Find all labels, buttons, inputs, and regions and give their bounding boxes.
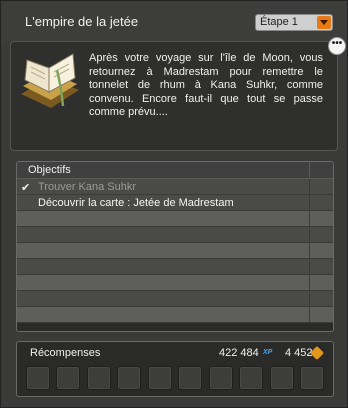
more-options-button[interactable]: •••	[328, 37, 346, 55]
rewards-panel: Récompenses 422 484 XP 4 452	[16, 341, 334, 397]
reward-slot[interactable]	[178, 366, 202, 390]
objectives-list: ✔ Trouver Kana Suhkr Découvrir la carte …	[17, 179, 333, 323]
column-divider	[309, 275, 310, 291]
step-select[interactable]: Étape 1	[255, 14, 333, 31]
kamas-value: 4 452	[285, 347, 313, 359]
objective-label: Trouver Kana Suhkr	[38, 181, 137, 193]
column-divider	[309, 162, 310, 178]
reward-slot[interactable]	[148, 366, 172, 390]
checkmark-icon: ✔	[21, 182, 31, 194]
reward-slot[interactable]	[87, 366, 111, 390]
empty-row	[17, 259, 333, 275]
quest-title: L'empire de la jetée	[25, 14, 139, 29]
step-select-value: Étape 1	[260, 16, 298, 28]
objective-label: Découvrir la carte : Jetée de Madrestam	[38, 197, 234, 209]
objective-row[interactable]: ✔ Trouver Kana Suhkr	[17, 179, 333, 195]
column-divider	[309, 195, 310, 211]
reward-slot[interactable]	[117, 366, 141, 390]
column-divider	[309, 211, 310, 227]
reward-slot[interactable]	[209, 366, 233, 390]
quest-window: L'empire de la jetée Étape 1 Après votre…	[0, 0, 348, 408]
xp-label: XP	[263, 349, 273, 356]
reward-slot[interactable]	[270, 366, 294, 390]
objectives-panel: Objectifs ✔ Trouver Kana Suhkr Découvrir…	[16, 161, 334, 332]
title-bar[interactable]: L'empire de la jetée Étape 1	[1, 1, 347, 41]
quest-description-panel: Après votre voyage sur l'île de Moon, vo…	[10, 41, 338, 151]
empty-row	[17, 307, 333, 323]
reward-slot[interactable]	[300, 366, 324, 390]
chevron-down-icon[interactable]	[317, 16, 331, 29]
xp-value: 422 484	[219, 347, 259, 359]
column-divider	[309, 291, 310, 307]
rewards-title: Récompenses	[30, 347, 101, 359]
objectives-header: Objectifs	[17, 162, 333, 179]
reward-slot[interactable]	[239, 366, 263, 390]
empty-row	[17, 211, 333, 227]
empty-row	[17, 275, 333, 291]
empty-row	[17, 291, 333, 307]
objective-row[interactable]: Découvrir la carte : Jetée de Madrestam	[17, 195, 333, 211]
column-divider	[309, 179, 310, 195]
column-divider	[309, 307, 310, 323]
objectives-title: Objectifs	[28, 164, 71, 176]
empty-row	[17, 243, 333, 259]
reward-slot[interactable]	[56, 366, 80, 390]
quest-description-text: Après votre voyage sur l'île de Moon, vo…	[89, 52, 323, 118]
open-book-icon	[21, 53, 79, 108]
column-divider	[309, 227, 310, 243]
reward-slot[interactable]	[26, 366, 50, 390]
column-divider	[309, 243, 310, 259]
empty-row	[17, 227, 333, 243]
column-divider	[309, 259, 310, 275]
